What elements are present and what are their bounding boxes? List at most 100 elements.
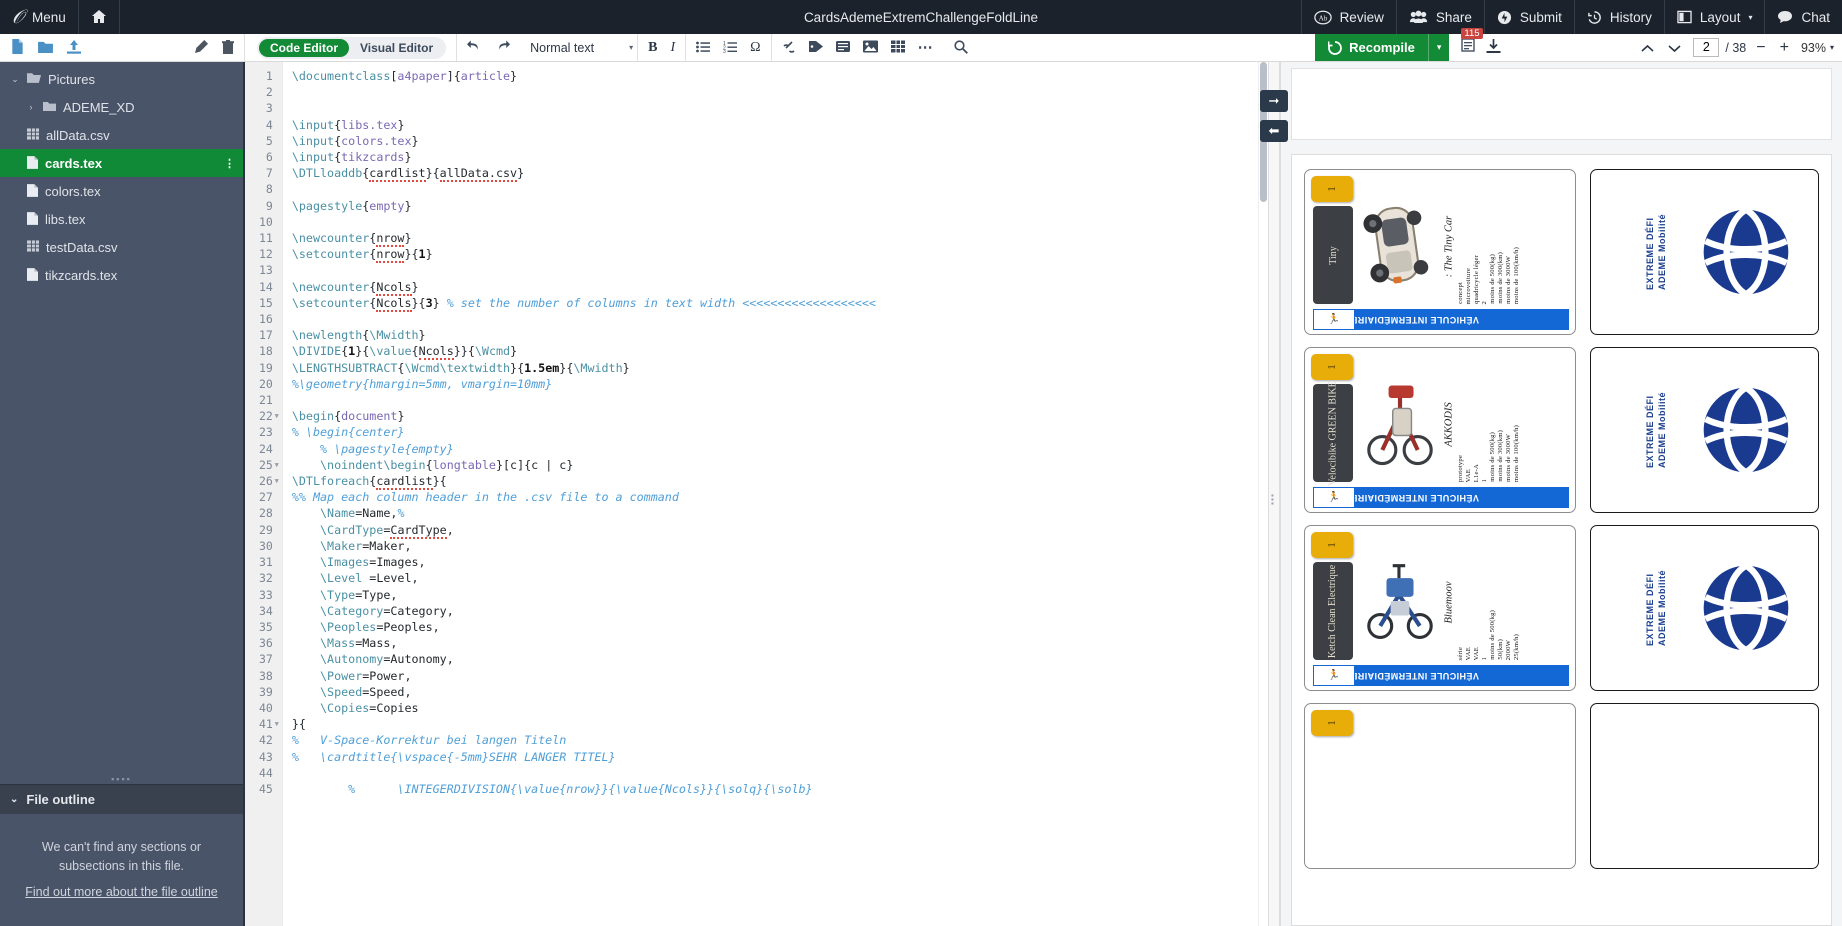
page-number-input[interactable]: 2 (1693, 38, 1720, 57)
ademe-logo-wrapper (1700, 384, 1792, 476)
pdf-preview-panel[interactable]: 1 Tiny: The Tiny Car concept microvoiture qu… (1280, 62, 1842, 926)
chat-button[interactable]: Chat (1764, 0, 1842, 34)
new-folder-icon[interactable] (38, 40, 53, 55)
file-tree-item-colors-tex[interactable]: colors.tex (0, 177, 243, 205)
code-editor-scroll[interactable]: 1 2 3 4 5 6 7 8 9 10 11 12 13 14 15 16 17 18 19 20 21 22 ▼ 23 24… (245, 62, 1258, 926)
line-number: 41 ▼ (259, 717, 279, 732)
code-line: \noindent\begin{longtable}[c]{c | c} (320, 457, 574, 472)
compile-log-button[interactable]: 115 (1461, 28, 1483, 58)
chevron-down-icon[interactable]: ▾ (1830, 43, 1834, 52)
chevron-down-icon[interactable]: ⌄ (10, 74, 20, 85)
text-format-select[interactable]: Normal text ▾ (520, 34, 639, 61)
file-outline-header[interactable]: ⌄ File outline (0, 783, 243, 814)
download-pdf-icon[interactable] (1486, 39, 1501, 56)
zoom-in-button[interactable]: + (1780, 39, 1789, 56)
review-button[interactable]: Ab Review (1300, 0, 1396, 34)
card-spec-list: prototype VAE L1e-A 1 moins de 500(kg) moins … (1457, 358, 1569, 482)
code-line: \Peoples=Peoples, (320, 619, 440, 634)
share-button[interactable]: Share (1395, 0, 1484, 34)
home-button[interactable] (79, 0, 120, 34)
image-icon[interactable] (862, 40, 878, 55)
undo-icon[interactable] (467, 39, 482, 56)
overleaf-logo-icon: 𝒪 (12, 6, 24, 28)
recompile-options-button[interactable]: ▾ (1427, 34, 1450, 61)
compile-controls-group: Recompile ▾ 115 2 / 38 − + 93% ▾ (1315, 28, 1842, 61)
card-spec-item: moins de 100(km/h) (1513, 246, 1520, 304)
zoom-level-label[interactable]: 93% (1801, 41, 1826, 55)
card-level-number: 1 (1326, 542, 1338, 548)
card-category-icon: 🏃 (1313, 665, 1355, 686)
zoom-out-button[interactable]: − (1756, 39, 1765, 56)
omega-symbol-icon[interactable]: Ω (750, 40, 760, 55)
visual-editor-tab[interactable]: Visual Editor (349, 39, 444, 57)
search-icon[interactable] (953, 39, 968, 56)
upload-icon[interactable] (67, 39, 81, 56)
line-number: 4 (265, 117, 273, 132)
code-editor-tab[interactable]: Code Editor (259, 38, 349, 57)
chevron-right-icon[interactable]: › (26, 102, 36, 112)
citation-icon[interactable] (835, 40, 850, 55)
page-next-button[interactable] (1668, 41, 1681, 55)
card-spec-item: prototype (1457, 454, 1464, 482)
review-icon: Ab (1313, 10, 1332, 24)
tex-file-icon (27, 183, 38, 199)
file-tree-list: ⌄ Pictures › ADEME_XD allData.csv cards.tex ⋮ c… (0, 62, 243, 289)
page-prev-button[interactable] (1641, 41, 1654, 55)
panel-splitter[interactable]: ➞ ⬅ ▪ ▪ ▪ (1260, 62, 1288, 926)
line-number: 17 (259, 328, 273, 343)
submit-button[interactable]: Submit (1483, 0, 1574, 34)
line-number: 30 (259, 538, 273, 553)
file-tree-item-pictures[interactable]: ⌄ Pictures (0, 65, 243, 93)
delete-trash-icon[interactable] (222, 39, 234, 56)
expand-left-button[interactable]: ⬅ (1260, 120, 1288, 142)
link-icon[interactable] (782, 40, 796, 55)
file-tree-item-testdata-csv[interactable]: testData.csv (0, 233, 243, 261)
file-tree-item-ademe-xd[interactable]: › ADEME_XD (0, 93, 243, 121)
editor-scrollbar[interactable] (1258, 62, 1268, 926)
expand-right-button[interactable]: ➞ (1260, 90, 1288, 112)
code-text-area[interactable]: \documentclass[a4paper]{article} \input{… (283, 62, 1258, 926)
tag-icon[interactable] (808, 40, 823, 55)
bold-button[interactable]: B (648, 40, 657, 55)
card-spec-item: moins de 500(kg) (1489, 432, 1496, 482)
text-format-value: Normal text (530, 40, 595, 55)
history-label: History (1609, 9, 1652, 25)
chevron-down-icon: ▾ (1748, 12, 1753, 22)
line-number: 34 (259, 603, 273, 618)
italic-button[interactable]: I (670, 40, 675, 55)
file-tree-item-alldata-csv[interactable]: allData.csv (0, 121, 243, 149)
fold-arrow-icon[interactable]: ▼ (275, 716, 279, 732)
editor-mode-toggle[interactable]: Code Editor Visual Editor (257, 36, 447, 59)
recompile-label: Recompile (1349, 40, 1415, 55)
table-icon[interactable] (890, 40, 905, 55)
file-tree-item-tikzcards-tex[interactable]: tikzcards.tex (0, 261, 243, 289)
file-tree-item-cards-tex[interactable]: cards.tex ⋮ (0, 149, 243, 177)
history-button[interactable]: History (1573, 0, 1664, 34)
redo-icon[interactable] (495, 39, 511, 56)
tiny-car-image (1361, 190, 1439, 300)
line-number-gutter: 1 2 3 4 5 6 7 8 9 10 11 12 13 14 15 16 17 18 19 20 21 22 ▼ 23 24… (245, 62, 283, 926)
recompile-button[interactable]: Recompile (1315, 34, 1428, 61)
numbered-list-icon[interactable]: 123 (723, 41, 738, 55)
code-line: \Level =Level, (320, 571, 419, 586)
pdf-card-back: EXTREME DÉFI ADEME Mobilité (1590, 347, 1819, 513)
code-line: }{ (291, 717, 306, 732)
sidebar-resize-handle[interactable]: ▪▪▪▪ (0, 774, 243, 784)
file-tree-item-libs-tex[interactable]: libs.tex (0, 205, 243, 233)
layout-button[interactable]: Layout ▾ (1663, 0, 1765, 34)
green-bike-image (1361, 368, 1439, 478)
card-back-text: EXTREME DÉFI ADEME Mobilité (1618, 526, 1694, 690)
rename-pencil-icon[interactable] (195, 40, 208, 55)
fold-arrow-icon[interactable]: ▼ (275, 457, 279, 473)
file-outline-help-link[interactable]: Find out more about the file outline (25, 883, 217, 902)
code-line: \Type=Type, (320, 587, 398, 602)
new-file-icon[interactable] (10, 39, 24, 56)
menu-button[interactable]: 𝒪 Menu (0, 0, 79, 34)
ellipsis-icon[interactable]: ⋯ (918, 40, 934, 55)
bullet-list-icon[interactable] (696, 41, 711, 55)
fold-arrow-icon[interactable]: ▼ (275, 408, 279, 424)
fold-arrow-icon[interactable]: ▼ (275, 473, 279, 489)
code-line: \Category=Category, (320, 603, 454, 618)
file-menu-icon[interactable]: ⋮ (224, 157, 235, 170)
